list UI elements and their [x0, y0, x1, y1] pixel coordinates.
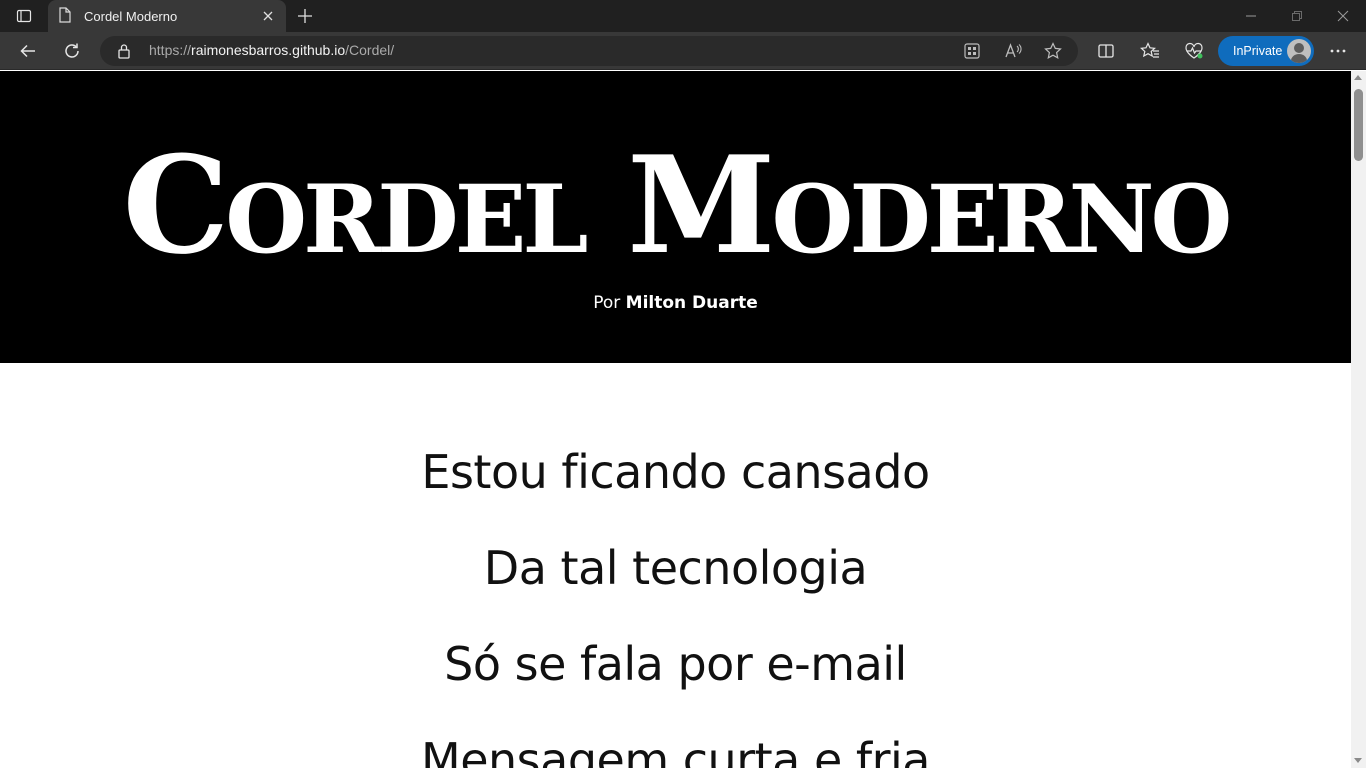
- toolbar: https://raimonesbarros.github.io/Cordel/…: [0, 32, 1366, 70]
- hero-header: Cordel Moderno Por Milton Duarte: [0, 71, 1351, 363]
- verse: Só se fala por e-mail: [444, 637, 907, 691]
- minimize-icon[interactable]: [1228, 0, 1274, 32]
- url-host: raimonesbarros.github.io: [191, 42, 346, 58]
- inprivate-label: InPrivate: [1233, 44, 1283, 58]
- back-arrow-icon[interactable]: [13, 36, 43, 66]
- inprivate-button[interactable]: InPrivate: [1218, 36, 1314, 66]
- refresh-icon[interactable]: [57, 36, 87, 66]
- plus-icon[interactable]: [294, 5, 316, 27]
- split-screen-icon[interactable]: [1091, 36, 1121, 66]
- restore-icon[interactable]: [1274, 0, 1320, 32]
- more-icon[interactable]: [1323, 36, 1353, 66]
- author-name: Milton Duarte: [625, 293, 758, 313]
- heartbeat-icon[interactable]: [1179, 36, 1209, 66]
- page-icon: [58, 6, 72, 26]
- scroll-up-icon[interactable]: [1354, 75, 1362, 80]
- scroll-thumb[interactable]: [1354, 89, 1363, 161]
- page-scrollbar[interactable]: [1351, 71, 1366, 768]
- favorites-icon[interactable]: [1135, 36, 1165, 66]
- tab-bar: Cordel Moderno: [0, 0, 1366, 32]
- tab-title: Cordel Moderno: [84, 8, 178, 24]
- url-scheme: https://: [149, 42, 192, 58]
- app-available-icon[interactable]: [964, 43, 980, 64]
- url-path: /Cordel/: [345, 42, 395, 58]
- verse: Mensagem curta e fria: [421, 733, 930, 768]
- url-text[interactable]: https://raimonesbarros.github.io/Cordel/: [149, 42, 394, 58]
- address-bar[interactable]: https://raimonesbarros.github.io/Cordel/: [100, 36, 1078, 66]
- verse: Da tal tecnologia: [483, 541, 868, 595]
- byline: Por Milton Duarte: [0, 293, 1351, 313]
- verse: Estou ficando cansado: [421, 445, 930, 499]
- byline-prefix: Por: [593, 293, 626, 313]
- read-aloud-icon[interactable]: [1004, 42, 1022, 65]
- tab-actions-icon[interactable]: [0, 0, 48, 32]
- page-title: Cordel Moderno: [122, 126, 1233, 284]
- avatar: [1287, 39, 1311, 63]
- lock-icon[interactable]: [117, 43, 131, 64]
- active-tab[interactable]: Cordel Moderno: [48, 0, 286, 32]
- page-viewport: Cordel Moderno Por Milton Duarte Estou f…: [0, 71, 1351, 768]
- window-close-icon[interactable]: [1320, 0, 1366, 32]
- close-icon[interactable]: [260, 8, 276, 24]
- scroll-down-icon[interactable]: [1354, 758, 1362, 763]
- star-icon[interactable]: [1044, 42, 1062, 65]
